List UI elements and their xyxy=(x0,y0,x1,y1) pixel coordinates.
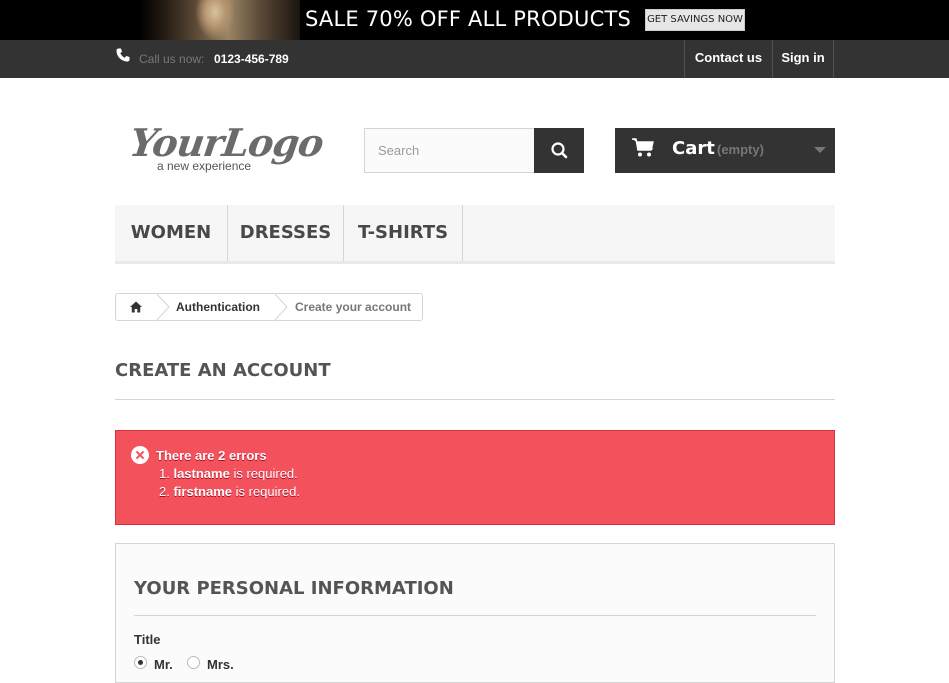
banner-headline: SALE 70% OFF ALL PRODUCTS xyxy=(305,7,632,31)
page-title: CREATE AN ACCOUNT xyxy=(115,360,331,381)
call-us-label: Call us now: xyxy=(139,52,205,66)
chevron-down-icon xyxy=(814,147,826,153)
search-button[interactable] xyxy=(534,128,584,173)
breadcrumb-separator xyxy=(274,293,288,321)
phone-icon xyxy=(116,48,130,62)
main-menu: WOMEN DRESSES T-SHIRTS xyxy=(115,205,835,264)
divider xyxy=(134,615,816,616)
breadcrumb: Authentication Create your account xyxy=(115,293,423,321)
error-item: 2. firstname is required. xyxy=(159,484,300,499)
promo-banner[interactable]: SALE 70% OFF ALL PRODUCTS GET SAVINGS NO… xyxy=(0,0,949,40)
logo-tagline: a new experience xyxy=(157,159,252,173)
banner-model-figure xyxy=(195,0,235,40)
radio-mrs[interactable] xyxy=(187,656,200,669)
cart-icon xyxy=(632,138,654,157)
personal-info-form: YOUR PERSONAL INFORMATION Title Mr. Mrs. xyxy=(115,543,835,683)
section-title: YOUR PERSONAL INFORMATION xyxy=(134,578,454,599)
error-icon xyxy=(131,446,149,464)
menu-item-women[interactable]: WOMEN xyxy=(115,205,228,261)
cart-label: Cart xyxy=(672,138,715,159)
breadcrumb-authentication[interactable]: Authentication xyxy=(176,300,260,314)
contact-us-link[interactable]: Contact us xyxy=(684,40,772,78)
search-input[interactable] xyxy=(364,128,535,173)
breadcrumb-separator xyxy=(156,293,170,321)
menu-item-t-shirts[interactable]: T-SHIRTS xyxy=(344,205,463,261)
error-item: 1. lastname is required. xyxy=(159,466,298,481)
phone-number: 0123-456-789 xyxy=(214,52,289,66)
title-label: Title xyxy=(134,632,161,647)
error-title: There are 2 errors xyxy=(156,448,267,463)
error-message: is required. xyxy=(235,484,300,499)
get-savings-button[interactable]: GET SAVINGS NOW xyxy=(645,9,745,31)
error-message: is required. xyxy=(233,466,298,481)
site-logo[interactable]: YourLogo a new experience xyxy=(127,120,326,175)
radio-mr[interactable] xyxy=(134,656,147,669)
error-number: 1. xyxy=(159,466,170,481)
breadcrumb-current: Create your account xyxy=(295,300,412,314)
home-icon[interactable] xyxy=(116,294,156,320)
divider xyxy=(115,399,835,400)
cart-status: (empty) xyxy=(717,142,764,157)
error-field: firstname xyxy=(173,484,232,499)
error-number: 2. xyxy=(159,484,170,499)
error-alert: There are 2 errors 1. lastname is requir… xyxy=(115,430,835,525)
error-field: lastname xyxy=(173,466,230,481)
menu-item-dresses[interactable]: DRESSES xyxy=(228,205,344,261)
sign-in-link[interactable]: Sign in xyxy=(772,40,834,78)
search-icon xyxy=(551,142,568,159)
cart-dropdown[interactable]: Cart (empty) xyxy=(615,128,835,173)
